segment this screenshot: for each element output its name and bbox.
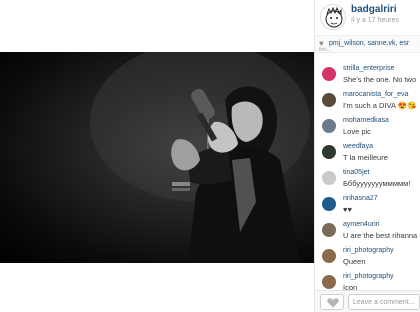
comment-text: I'm such a DIVA 😍😘 bbox=[343, 101, 417, 110]
comment-username[interactable]: mohamedkasa bbox=[343, 117, 389, 124]
commenter-avatar[interactable] bbox=[322, 275, 336, 289]
comment-username[interactable]: riri_photography bbox=[343, 273, 394, 280]
comment-item: strilla_enterprise She's the one. No two bbox=[315, 64, 420, 90]
commenter-avatar[interactable] bbox=[322, 67, 336, 81]
heart-icon bbox=[327, 298, 339, 308]
post-header: badgalriri Il y a 17 heures bbox=[315, 0, 420, 33]
comment-username[interactable]: ririhasna27 bbox=[343, 195, 378, 202]
commenter-avatar[interactable] bbox=[322, 145, 336, 159]
comment-text: ♥♥ bbox=[343, 205, 352, 214]
comment-item: aymen4uriri U are the best rihanna I bbox=[315, 220, 420, 246]
comment-footer bbox=[315, 290, 420, 312]
post-photo[interactable] bbox=[0, 52, 314, 263]
likes-row: ♥ pmj_wilson, sanne.vk, esr this... bbox=[315, 35, 420, 53]
comment-username[interactable]: tina05jet bbox=[343, 169, 369, 176]
comment-username[interactable]: marocanista_for_eva bbox=[343, 91, 408, 98]
comment-item: mohamedkasa Love pic bbox=[315, 116, 420, 142]
post-sidebar: badgalriri Il y a 17 heures ♥ pmj_wilson… bbox=[314, 0, 420, 312]
likes-more[interactable]: this... bbox=[319, 47, 331, 53]
commenter-avatar[interactable] bbox=[322, 197, 336, 211]
likes-users[interactable]: pmj_wilson, sanne.vk, esr bbox=[329, 40, 409, 47]
like-button[interactable] bbox=[320, 294, 344, 310]
comment-username[interactable]: weedfaya bbox=[343, 143, 373, 150]
comment-item: marocanista_for_eva I'm such a DIVA 😍😘 bbox=[315, 90, 420, 116]
comment-item: weedfaya T la meilleure bbox=[315, 142, 420, 168]
comment-text: T la meilleure bbox=[343, 153, 388, 162]
comment-item: ririhasna27 ♥♥ bbox=[315, 194, 420, 220]
comment-username[interactable]: aymen4uriri bbox=[343, 221, 380, 228]
comment-text: Бббуууууууммммм! bbox=[343, 179, 411, 188]
comment-item: tina05jet Бббуууууууммммм! bbox=[315, 168, 420, 194]
comment-username[interactable]: strilla_enterprise bbox=[343, 65, 394, 72]
cartoon-face-icon bbox=[325, 6, 343, 28]
comment-text: Queen bbox=[343, 257, 366, 266]
user-avatar[interactable] bbox=[320, 4, 346, 30]
post-timestamp: Il y a 17 heures bbox=[351, 17, 399, 24]
commenter-avatar[interactable] bbox=[322, 249, 336, 263]
comment-username[interactable]: riri_photography bbox=[343, 247, 394, 254]
commenter-avatar[interactable] bbox=[322, 171, 336, 185]
comment-text: U are the best rihanna I bbox=[343, 231, 420, 240]
post-username[interactable]: badgalriri bbox=[351, 4, 397, 15]
comment-item: riri_photography Queen bbox=[315, 246, 420, 272]
commenter-avatar[interactable] bbox=[322, 223, 336, 237]
comment-input[interactable] bbox=[348, 294, 420, 310]
commenter-avatar[interactable] bbox=[322, 119, 336, 133]
comment-text: Love pic bbox=[343, 127, 371, 136]
commenter-avatar[interactable] bbox=[322, 93, 336, 107]
comment-text: She's the one. No two bbox=[343, 75, 417, 84]
performer-image bbox=[90, 52, 310, 263]
